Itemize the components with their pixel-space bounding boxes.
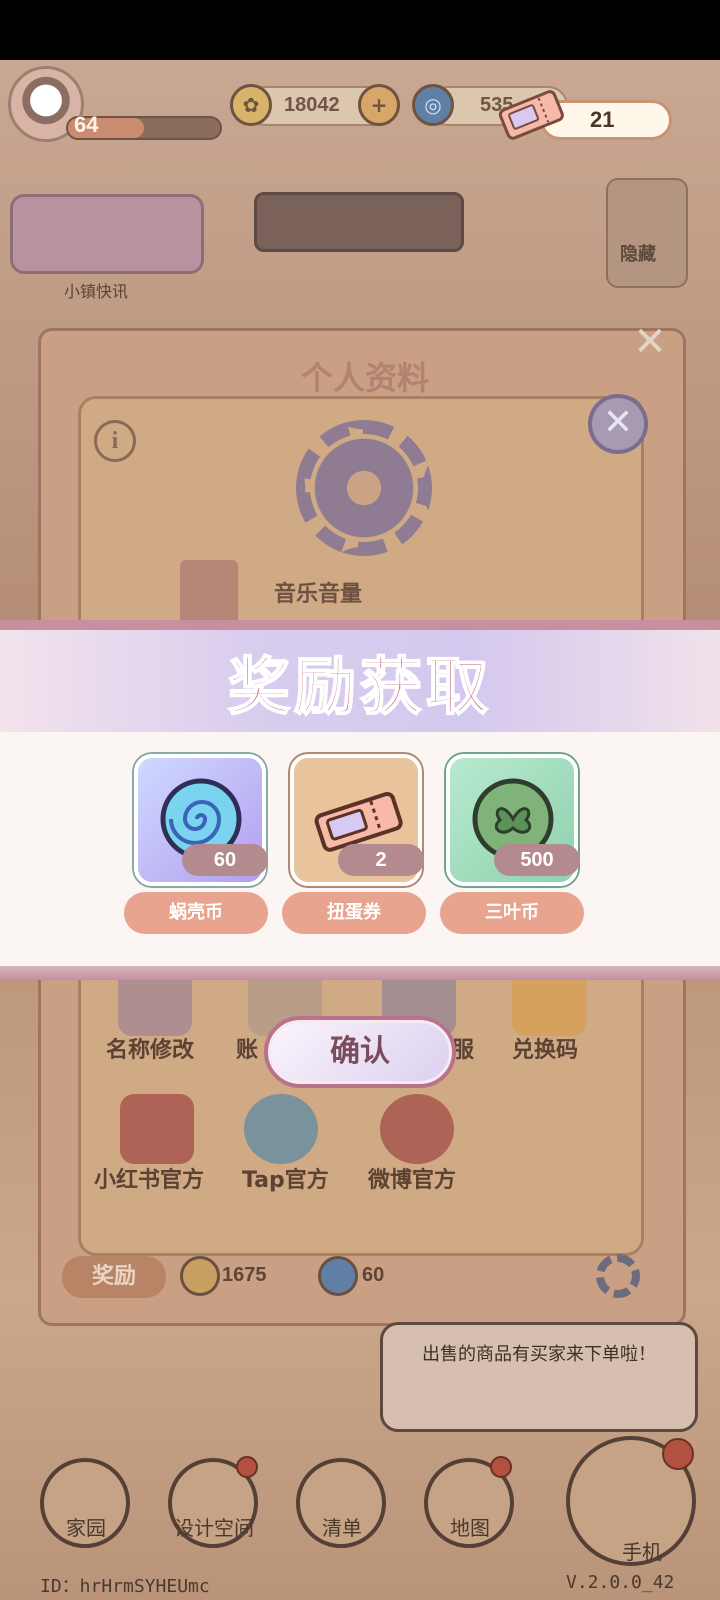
spiral-coin-icon: ◎ [412, 84, 454, 126]
reward-label: 扭蛋券 [282, 892, 426, 934]
tap-official-button[interactable]: Tap官方 [242, 1162, 329, 1194]
version-text: V.2.0.0_42 [566, 1572, 675, 1593]
weibo-icon [380, 1094, 454, 1164]
notification-bubble: 出售的商品有买家来下单啦！ [380, 1322, 698, 1432]
gacha-ticket-value: 21 [590, 107, 615, 132]
book-icon [120, 1094, 194, 1164]
notification-text: 出售的商品有买家来下单啦！ [422, 1344, 656, 1365]
gold-coin-icon: ✿ [230, 84, 272, 126]
modal-title: 奖励获取 [227, 649, 492, 724]
reward-modal: 奖励获取 60 蜗壳币 2 扭蛋券 500 三叶币 [0, 620, 720, 980]
player-level: 64 [74, 112, 99, 137]
gear-icon[interactable] [596, 1254, 640, 1298]
reward-label: 三叶币 [440, 892, 584, 934]
gacha-ticket-icon [498, 90, 564, 140]
tab-reward[interactable]: 奖励 [62, 1256, 166, 1298]
info-icon[interactable]: i [94, 420, 136, 462]
notification-dot [662, 1438, 694, 1470]
music-volume-label: 音乐音量 [274, 582, 363, 607]
confirm-button[interactable]: 确认 [264, 1016, 456, 1088]
gold-coin-value: 18042 [284, 94, 340, 116]
nav-list-label: 清单 [322, 1516, 362, 1540]
modal-bottom-border [0, 966, 720, 980]
modal-header: 奖励获取 [0, 630, 720, 732]
tap-icon [244, 1094, 318, 1164]
reward-spiral-value: 60 [362, 1264, 385, 1286]
town-news-label: 小镇快讯 [64, 282, 129, 301]
settings-close-button[interactable]: ✕ [588, 394, 648, 454]
redeem-code-button[interactable]: 兑换码 [512, 1032, 578, 1064]
xiaohongshu-button[interactable]: 小红书官方 [94, 1162, 204, 1194]
reward-count: 60 [182, 844, 268, 876]
notification-dot [236, 1456, 258, 1478]
weibo-official-button[interactable]: 微博官方 [368, 1162, 456, 1194]
hide-ui-button[interactable] [606, 178, 688, 288]
reward-label: 蜗壳币 [124, 892, 268, 934]
account-button[interactable]: 账 [236, 1032, 258, 1064]
nav-map-label: 地图 [450, 1516, 490, 1540]
panel-close-icon[interactable]: ✕ [626, 318, 674, 366]
reward-list: 60 蜗壳币 2 扭蛋券 500 三叶币 [0, 732, 720, 966]
spiral-coin-icon [318, 1256, 358, 1296]
notification-dot [490, 1456, 512, 1478]
status-bar [0, 0, 720, 60]
modal-top-border [0, 620, 720, 630]
nav-design-label: 设计空间 [174, 1516, 254, 1540]
phone-label: 手机 [622, 1540, 662, 1564]
settings-gear-icon [296, 420, 432, 556]
add-coin-icon[interactable]: + [358, 84, 400, 126]
hide-ui-label: 隐藏 [620, 244, 656, 265]
gold-coin-icon [180, 1256, 220, 1296]
reward-count: 2 [338, 844, 424, 876]
reward-count: 500 [494, 844, 580, 876]
town-news-card[interactable] [10, 194, 204, 274]
center-banner[interactable] [254, 192, 464, 252]
profile-panel-title: 个人资料 [300, 359, 429, 397]
rename-button[interactable]: 名称修改 [106, 1032, 194, 1064]
user-id: ID：hrHrmSYHEUmc [40, 1576, 210, 1597]
nav-home-label: 家园 [66, 1516, 106, 1540]
reward-gold-value: 1675 [222, 1264, 267, 1286]
